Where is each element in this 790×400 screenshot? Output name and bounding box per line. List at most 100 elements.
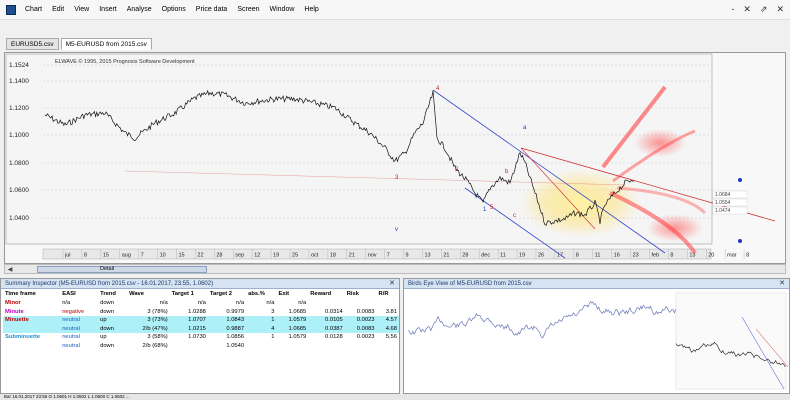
tab-eurusd5[interactable]: EURUSD5.csv	[6, 38, 59, 50]
viewport-window[interactable]	[675, 292, 787, 390]
col-header: R/R	[378, 291, 389, 297]
menu-options[interactable]: Options	[157, 6, 191, 13]
table-cell: 4.68	[376, 324, 399, 333]
table-cell: down	[100, 342, 114, 349]
table-cell	[308, 299, 345, 308]
restore-icon[interactable]: ⇗	[760, 4, 768, 15]
x-tick-label: 28	[462, 253, 468, 259]
col-header: abs.%	[248, 291, 265, 297]
table-cell: down	[100, 300, 114, 307]
close-icon[interactable]: ✕	[779, 279, 785, 289]
menu-insert[interactable]: Insert	[94, 6, 122, 13]
col-header: Reward	[310, 291, 332, 297]
x-tick-label: 13	[689, 253, 695, 259]
tab-m5-eurusd[interactable]: M5-EURUSD from 2015.csv	[60, 38, 152, 50]
table-cell: 0.0105	[308, 316, 345, 325]
table-row[interactable]: Subminuette neutral up 3 (58%) 1.0730 1.0856 1…	[3, 333, 399, 342]
table-row[interactable]: Minute negative down 3 (78%) 1.0288 0.9979 3 1.…	[3, 308, 399, 317]
level-label: 1.0684	[715, 192, 731, 198]
table-cell: up	[98, 316, 128, 325]
x-tick-label: 8	[746, 253, 749, 259]
status-bar: Bar 16.01.2017 23:55 O 1.0601 H 1.0602 L…	[0, 394, 790, 400]
birdseye-title-text: Birds Eye View of M5-EURUSD from 2015.cs…	[408, 281, 532, 287]
close-doc-icon[interactable]: ✕	[743, 4, 751, 15]
col-header: Wave	[129, 291, 144, 297]
x-axis: jul 8 15 aug 7 10 15 22 28 sep 12 19 25 oct 18 21 nov 7 9 1…	[42, 248, 749, 260]
table-cell	[345, 299, 377, 308]
table-cell: 2/b (68%)	[142, 342, 168, 349]
table-cell: neutral	[60, 324, 99, 333]
menu-help[interactable]: Help	[299, 6, 323, 13]
table-cell: 1.0579	[288, 334, 307, 341]
close-icon[interactable]: ✕	[389, 279, 395, 289]
x-tick-label: 28	[216, 253, 222, 259]
table-cell: 1.0540	[226, 342, 245, 349]
table-cell: 3 (78%)	[147, 308, 168, 315]
menu-edit[interactable]: Edit	[47, 6, 69, 13]
target-marker	[738, 239, 742, 243]
table-cell: 1.0685	[288, 308, 307, 315]
menu-analyse[interactable]: Analyse	[122, 6, 157, 13]
x-tick-label: 20	[708, 253, 714, 259]
minimize-icon[interactable]: -	[731, 4, 734, 15]
table-cell: 1.0730	[188, 334, 206, 341]
table-cell: n/a	[197, 300, 206, 307]
price-chart[interactable]: 1.1524 1.1400 1.1200 1.1000 1.0800 1.0600 1.04…	[4, 52, 786, 264]
x-tick-label: 15	[103, 253, 109, 259]
wave-label: c	[513, 213, 516, 219]
chart-scrollbar[interactable]: ◀ Detail	[4, 264, 786, 274]
y-tick-label: 1.1524	[9, 62, 29, 69]
table-cell: 2/b (47%)	[127, 324, 170, 333]
scroll-thumb[interactable]	[37, 266, 207, 273]
col-header: Target 1	[171, 291, 194, 297]
table-cell: Subminuette	[5, 334, 41, 341]
y-tick-label: 1.1400	[9, 78, 29, 85]
summary-title-text: Summary Inspector (M5-EURUSD from 2015.c…	[5, 281, 214, 287]
table-cell: 4	[246, 324, 277, 333]
x-tick-label: 7	[387, 253, 390, 259]
x-tick-label: 21	[349, 253, 355, 259]
col-header: Exit	[278, 291, 290, 297]
table-row[interactable]: Minor n/a down n/a n/a n/a n/a n/a	[3, 299, 399, 308]
table-cell: 0.9887	[207, 324, 247, 333]
table-row[interactable]: neutral down 2/b (68%) 1.0540	[3, 342, 399, 351]
menu-price-data[interactable]: Price data	[191, 6, 233, 13]
x-tick-label: jul	[64, 253, 71, 259]
x-tick-label: 19	[273, 253, 279, 259]
fan-glow	[634, 129, 686, 157]
table-cell: neutral	[60, 316, 99, 325]
table-cell: 0.9979	[226, 308, 245, 315]
target-marker	[738, 178, 742, 182]
table-cell: 0.0128	[325, 334, 343, 341]
x-tick-label: 22	[197, 253, 203, 259]
menu-window[interactable]: Window	[265, 6, 300, 13]
menu-screen[interactable]: Screen	[232, 6, 264, 13]
scroll-left-icon[interactable]: ◀	[5, 266, 15, 273]
x-tick-label: feb	[651, 253, 659, 259]
table-cell: 1.0215	[169, 324, 208, 333]
table-row[interactable]: neutral down 2/b (47%) 1.0215 0.9887 4 1.0685 0…	[3, 324, 399, 333]
app-icon	[6, 4, 16, 15]
chart-canvas[interactable]: 1.1524 1.1400 1.1200 1.1000 1.0800 1.0600 1.04…	[5, 53, 785, 263]
menu-chart[interactable]: Chart	[20, 6, 47, 13]
y-tick-label: 1.0600	[9, 187, 29, 194]
x-tick-label: sep	[235, 253, 244, 259]
table-cell	[276, 342, 308, 351]
col-header: Risk	[346, 291, 359, 297]
menu-view[interactable]: View	[69, 6, 94, 13]
table-cell: Minor	[5, 300, 21, 307]
level-label: 1.0554	[715, 200, 731, 206]
table-cell: 4.57	[376, 316, 399, 325]
detail-label: Detail	[100, 266, 115, 272]
table-cell	[170, 342, 208, 351]
x-tick-label: 13	[424, 253, 430, 259]
table-cell: neutral	[62, 342, 80, 349]
table-cell: n/a	[298, 300, 307, 307]
col-header: Target 2	[209, 291, 233, 297]
table-cell: 1.0579	[276, 316, 309, 325]
x-tick-label: 26	[538, 253, 544, 259]
birds-eye-chart[interactable]	[404, 289, 789, 393]
table-cell: down	[100, 308, 114, 315]
table-row[interactable]: Minuette neutral up 3 (73%) 1.0707 1.0843 1 1.0…	[3, 316, 399, 325]
close-icon[interactable]: ✕	[776, 4, 784, 15]
